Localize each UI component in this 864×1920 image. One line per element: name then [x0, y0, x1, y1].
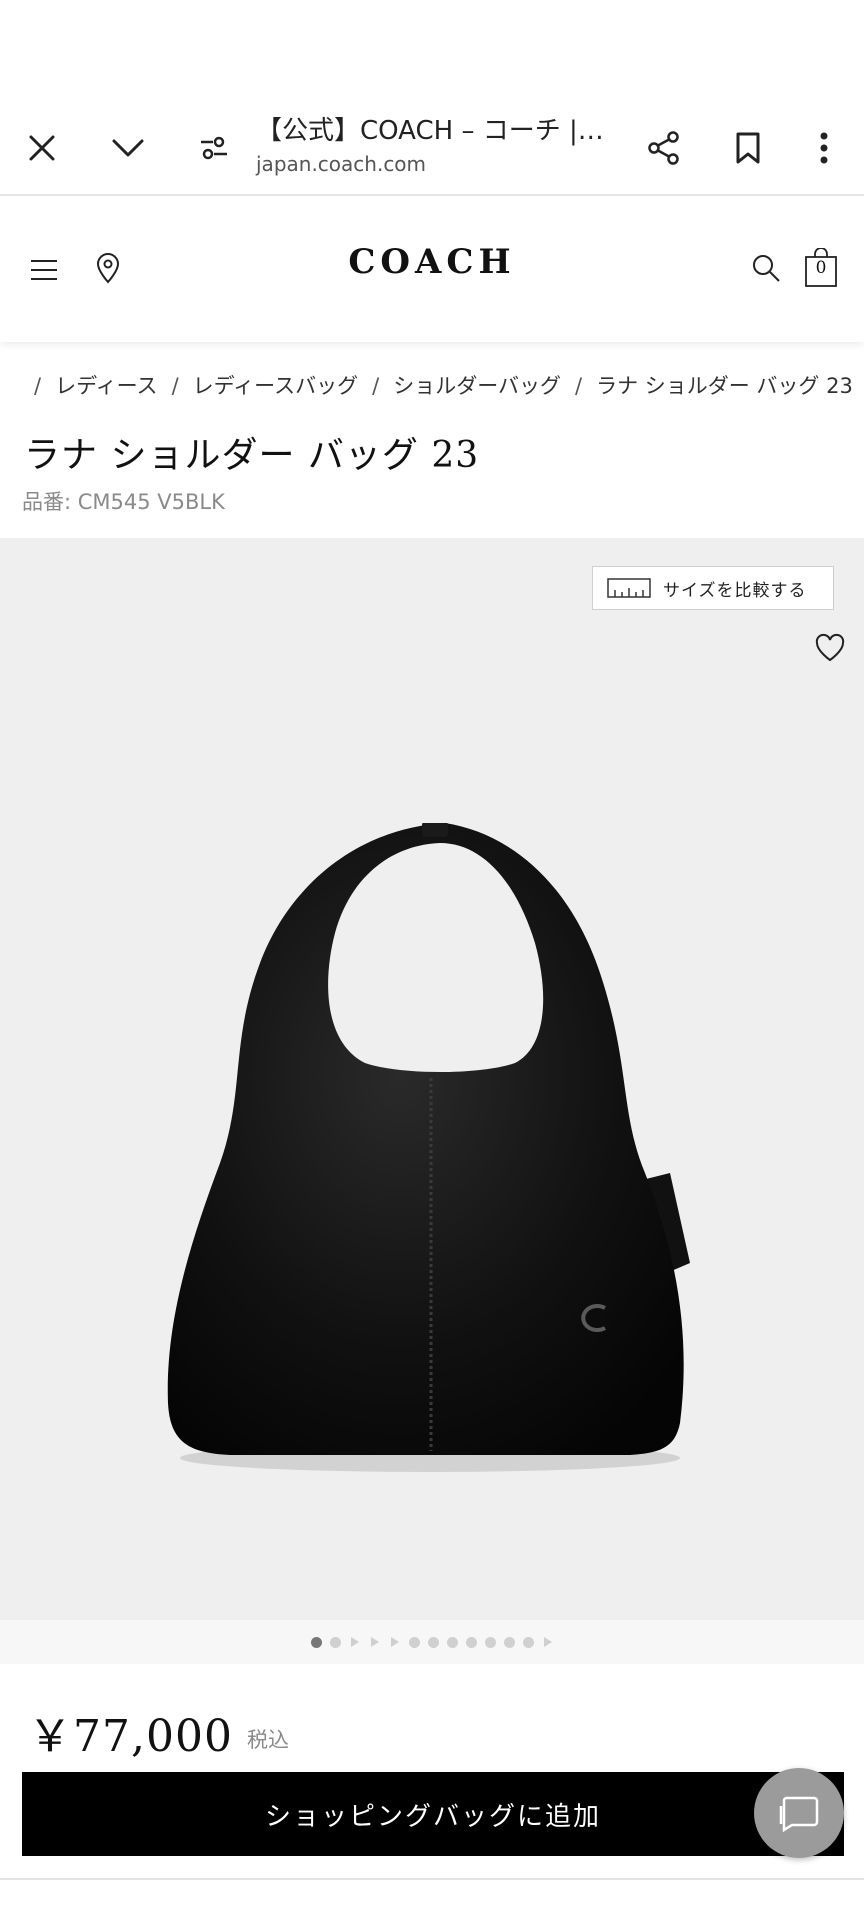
- breadcrumb-item-current[interactable]: ラナ ショルダー バッグ 23: [596, 370, 853, 400]
- divider: [0, 1878, 864, 1880]
- breadcrumb: / レディース / レディースバッグ / ショルダーバッグ / ラナ ショルダー バッグ 23: [0, 370, 864, 406]
- carousel-dot[interactable]: [465, 1636, 477, 1648]
- product-image-gallery[interactable]: サイズを比較する: [0, 538, 864, 1620]
- carousel-video-dot[interactable]: [390, 1637, 399, 1647]
- carousel-dot[interactable]: [503, 1636, 515, 1648]
- browser-page-title: 【公式】COACH – コーチ |…: [256, 116, 604, 146]
- tax-note: 税込: [246, 1728, 289, 1752]
- ruler-icon: [607, 578, 651, 598]
- share-icon[interactable]: [636, 120, 692, 176]
- page-settings-icon[interactable]: [186, 120, 242, 176]
- product-bag-image: [167, 823, 690, 1472]
- breadcrumb-item-shoulder-bags[interactable]: ショルダーバッグ: [393, 370, 561, 400]
- coach-logo[interactable]: COACH: [0, 242, 864, 282]
- carousel-dot[interactable]: [427, 1636, 439, 1648]
- shopping-bag-icon[interactable]: 0: [804, 248, 838, 288]
- carousel-video-dot[interactable]: [370, 1637, 379, 1647]
- bag-count: 0: [815, 258, 827, 278]
- carousel-dot[interactable]: [446, 1636, 458, 1648]
- search-icon[interactable]: [746, 248, 786, 288]
- browser-title-block[interactable]: 【公式】COACH – コーチ |… japan.coach.com: [256, 114, 626, 178]
- carousel-dot[interactable]: [484, 1636, 496, 1648]
- compare-size-button[interactable]: サイズを比較する: [592, 566, 834, 610]
- add-to-bag-button[interactable]: ショッピングバッグに追加: [22, 1772, 844, 1856]
- product-title: ラナ ショルダー バッグ 23: [24, 435, 480, 476]
- browser-url: japan.coach.com: [256, 152, 427, 176]
- price-row: ￥77,000 税込: [28, 1700, 289, 1764]
- product-price: ￥77,000: [28, 1711, 233, 1762]
- breadcrumb-separator: /: [34, 374, 42, 398]
- close-icon[interactable]: [14, 120, 70, 176]
- breadcrumb-separator: /: [171, 374, 179, 398]
- breadcrumb-separator: /: [575, 374, 583, 398]
- breadcrumb-item-ladies[interactable]: レディース: [55, 370, 157, 400]
- chevron-down-icon[interactable]: [100, 120, 156, 176]
- carousel-video-dot[interactable]: [350, 1637, 359, 1647]
- page: 【公式】COACH – コーチ |… japan.coach.com COACH…: [0, 0, 864, 1920]
- carousel-dot[interactable]: [522, 1636, 534, 1648]
- browser-toolbar: 【公式】COACH – コーチ |… japan.coach.com: [0, 100, 864, 196]
- breadcrumb-separator: /: [372, 374, 380, 398]
- chat-support-icon[interactable]: [754, 1768, 844, 1858]
- bookmark-icon[interactable]: [720, 120, 776, 176]
- product-sku: 品番: CM545 V5BLK: [22, 490, 225, 514]
- carousel-video-dot[interactable]: [543, 1637, 552, 1647]
- more-options-icon[interactable]: [796, 120, 852, 176]
- image-carousel-dots: [0, 1620, 864, 1664]
- wishlist-heart-icon[interactable]: [812, 630, 848, 666]
- compare-size-label: サイズを比較する: [663, 580, 807, 601]
- carousel-dot[interactable]: [329, 1636, 341, 1648]
- carousel-dot[interactable]: [310, 1636, 322, 1648]
- breadcrumb-item-ladies-bags[interactable]: レディースバッグ: [193, 370, 358, 400]
- site-header: COACH 0: [0, 198, 864, 342]
- carousel-dot[interactable]: [408, 1636, 420, 1648]
